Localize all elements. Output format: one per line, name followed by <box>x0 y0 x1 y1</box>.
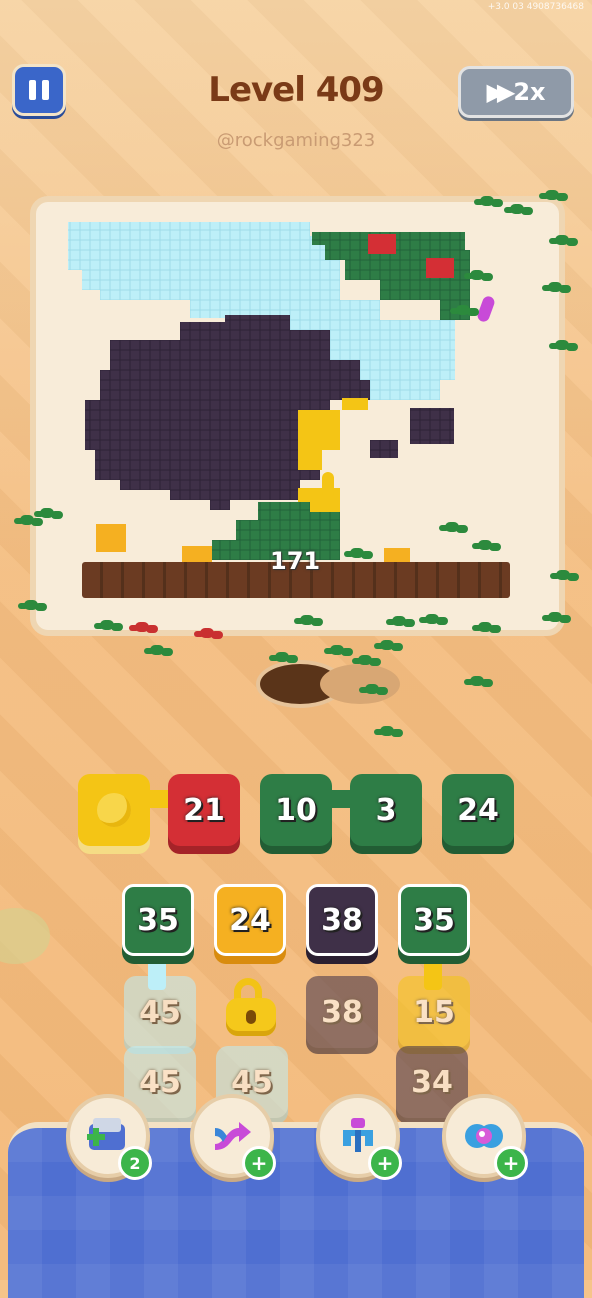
ant <box>380 640 394 650</box>
ant <box>510 204 524 214</box>
block-count: 35 <box>137 902 179 938</box>
ant <box>445 522 459 532</box>
pixel-red-1 <box>368 234 396 254</box>
booster-magnet[interactable]: + <box>316 1094 402 1180</box>
ant <box>275 652 289 662</box>
block-count: 34 <box>411 1064 453 1100</box>
block-green-35[interactable]: 35 <box>122 884 194 956</box>
ant <box>470 270 484 280</box>
ant <box>330 645 344 655</box>
block-dark-38[interactable]: 38 <box>306 884 378 956</box>
ant <box>392 616 406 626</box>
booster-shuffle[interactable]: + <box>190 1094 276 1180</box>
ant-mound <box>320 664 400 704</box>
ant <box>135 622 149 632</box>
pixel-purple-chunk <box>410 408 454 444</box>
ant <box>40 508 54 518</box>
ant <box>470 676 484 686</box>
ant <box>545 190 559 200</box>
block-count: 38 <box>321 994 363 1030</box>
slot-count: 21 <box>183 792 225 828</box>
block-count: 45 <box>139 1064 181 1100</box>
ant <box>548 282 562 292</box>
ant <box>555 340 569 350</box>
key-icon-yellow <box>322 472 334 498</box>
ant <box>425 614 439 624</box>
lock-icon[interactable] <box>222 978 280 1036</box>
add-icon: + <box>368 1146 402 1180</box>
ant <box>556 570 570 580</box>
queue-slot-green-3[interactable]: 24 <box>442 774 514 846</box>
keyhole <box>246 1010 256 1024</box>
booster-count: 2 <box>118 1146 152 1180</box>
slot-count: 24 <box>457 792 499 828</box>
pixel-orange-1 <box>96 524 126 552</box>
yellow-ball-icon <box>97 793 131 827</box>
slot-count: 10 <box>275 792 317 828</box>
block-green-35b[interactable]: 35 <box>398 884 470 956</box>
queue-slot-red[interactable]: 21 <box>168 774 240 846</box>
ant <box>480 196 494 206</box>
ant <box>478 622 492 632</box>
block-yellow-15[interactable]: 15 <box>398 976 470 1048</box>
booster-bomb[interactable]: + <box>442 1094 528 1180</box>
add-icon: + <box>494 1146 528 1180</box>
add-icon: + <box>242 1146 276 1180</box>
booster-add-slot[interactable]: 2 <box>66 1094 152 1180</box>
ant <box>555 235 569 245</box>
slot-count: 3 <box>375 792 397 828</box>
block-count: 45 <box>139 994 181 1030</box>
ant <box>358 655 372 665</box>
pixel-yellow-2 <box>342 398 368 410</box>
ant <box>100 620 114 630</box>
ant <box>350 548 364 558</box>
pixel-region-yellow <box>298 410 340 470</box>
block-orange-24[interactable]: 24 <box>214 884 286 956</box>
block-dark-38b[interactable]: 38 <box>306 976 378 1048</box>
block-count: 35 <box>413 902 455 938</box>
ant <box>300 615 314 625</box>
ant <box>200 628 214 638</box>
ant <box>456 305 470 315</box>
pixel-orange-3 <box>384 548 410 562</box>
remaining-count: 171 <box>270 547 321 575</box>
pixel-red-2 <box>426 258 454 278</box>
ant <box>548 612 562 622</box>
pixel-purple-bit <box>370 440 398 458</box>
ant <box>24 600 38 610</box>
block-count: 38 <box>321 902 363 938</box>
pixel-orange-2 <box>182 546 212 562</box>
queue-slot-green-1[interactable]: 10 <box>260 774 332 846</box>
ant <box>478 540 492 550</box>
ant <box>20 515 34 525</box>
ant <box>380 726 394 736</box>
ant <box>365 684 379 694</box>
ant <box>150 645 164 655</box>
queue-slot-yellow[interactable] <box>78 774 150 846</box>
block-count: 24 <box>229 902 271 938</box>
block-lightblue-45[interactable]: 45 <box>124 976 196 1048</box>
block-count: 15 <box>413 994 455 1030</box>
queue-slot-green-2[interactable]: 3 <box>350 774 422 846</box>
